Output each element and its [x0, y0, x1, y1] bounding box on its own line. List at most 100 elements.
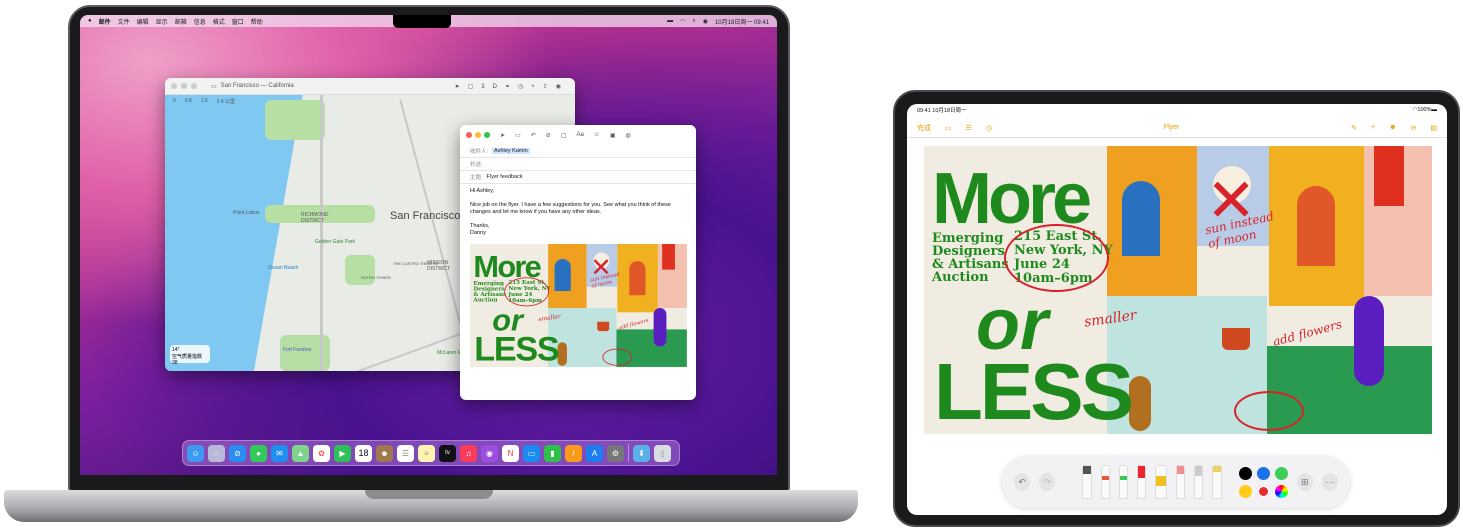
downloads-folder-icon[interactable]: ⬇	[633, 444, 650, 462]
recipient-token[interactable]: Ashley Kamin	[492, 148, 530, 154]
message-body[interactable]: Hi Ashley, Nice job on the flyer. I have…	[460, 184, 696, 241]
color-yellow[interactable]	[1238, 484, 1252, 498]
minimize-button[interactable]	[181, 83, 187, 89]
crayon-tool[interactable]	[1136, 465, 1147, 499]
mail-icon[interactable]: ✉	[271, 444, 288, 462]
marker-tool[interactable]	[1100, 465, 1110, 499]
menu-item[interactable]: 编辑	[137, 17, 149, 26]
battery-icon[interactable]: ▬	[667, 18, 673, 24]
document-title[interactable]: Flyer	[1164, 124, 1180, 131]
menu-item[interactable]: 文件	[118, 17, 130, 26]
lasso-tool[interactable]	[1194, 465, 1204, 499]
color-black[interactable]	[1238, 466, 1252, 480]
more-icon[interactable]: ⊖	[1410, 124, 1416, 132]
markup-icon[interactable]: ▢	[561, 132, 567, 139]
sidebar-icon[interactable]: ▭	[945, 124, 952, 132]
fineliner-tool[interactable]	[1118, 465, 1128, 499]
news-icon[interactable]: N	[502, 444, 519, 462]
maps-toolbar-icons[interactable]: ➤▢3D⚭◷+⇪◉	[455, 83, 569, 90]
color-green[interactable]	[1274, 466, 1288, 480]
map-label: RICHMOND DISTRICT	[301, 212, 329, 224]
sidebar-icon[interactable]: ▭	[211, 83, 217, 90]
music-icon[interactable]: ♫	[460, 444, 477, 462]
undo-button[interactable]: ↶	[1014, 473, 1031, 491]
color-blue[interactable]	[1256, 466, 1270, 480]
menu-item[interactable]: 格式	[213, 17, 225, 26]
messages-icon[interactable]: ●	[250, 444, 267, 462]
wifi-icon[interactable]: ◠	[680, 18, 685, 25]
privacy-icon[interactable]: ◍	[626, 132, 631, 139]
header-fields-icon[interactable]: ▭	[515, 132, 521, 139]
menubar-clock[interactable]: 10月18日周一 09:41	[715, 17, 769, 26]
app-store-icon[interactable]: A	[586, 444, 603, 462]
list-icon[interactable]: ☰	[966, 124, 972, 132]
menu-item[interactable]: 帮助	[251, 17, 263, 26]
apple-icon[interactable]: ●	[88, 18, 92, 24]
close-button[interactable]	[466, 132, 472, 138]
format-brush-icon[interactable]: ✎	[1351, 124, 1357, 132]
flyer[interactable]: More Emerging Designers & Artisans Aucti…	[924, 146, 1432, 434]
scale-label: 2.4 公里	[216, 99, 236, 105]
collaborate-icon[interactable]: ☻	[1389, 124, 1396, 131]
minimize-button[interactable]	[475, 132, 481, 138]
attachment-icon[interactable]: ⊘	[546, 132, 551, 139]
eraser-tool[interactable]	[1176, 465, 1186, 499]
pen-tool[interactable]	[1082, 465, 1092, 499]
mail-compose-window: ➤ ▭ ↶ ⊘ ▢ Aa ☺ ▣ ◍ 收件人: Ashley Kamin 抄送: …	[460, 125, 696, 400]
keynote-icon[interactable]: ▭	[523, 444, 540, 462]
close-button[interactable]	[171, 83, 177, 89]
calendar-icon[interactable]: 18	[355, 444, 372, 462]
color-picker[interactable]	[1274, 484, 1288, 498]
ruler-highlighter-tool[interactable]	[1212, 465, 1222, 499]
tv-icon[interactable]: tv	[439, 444, 456, 462]
signature: Danny	[470, 230, 486, 236]
circle-annotation	[1004, 224, 1109, 292]
photo-browser-icon[interactable]: ▣	[610, 132, 616, 139]
system-preferences-icon[interactable]: ⚙	[607, 444, 624, 462]
send-icon[interactable]: ➤	[500, 132, 505, 139]
menu-item[interactable]: 邮箱	[175, 17, 187, 26]
podcasts-icon[interactable]: ◉	[481, 444, 498, 462]
subject-field[interactable]: 主题: Flyer feedback	[460, 171, 696, 184]
facetime-icon[interactable]: ▶	[334, 444, 351, 462]
map-city-label: San Francisco	[390, 210, 461, 222]
menu-item[interactable]: 信息	[194, 17, 206, 26]
ipad-screen: 09:41 10月18日周一 ◠ 100% ▬ 完成 ▭ ☰ ◷ Flyer ✎…	[907, 104, 1447, 515]
launchpad-icon[interactable]: ⁙	[208, 444, 225, 462]
zoom-button[interactable]	[484, 132, 490, 138]
zoom-button[interactable]	[191, 83, 197, 89]
watercolor-tool[interactable]	[1155, 465, 1168, 499]
reply-icon[interactable]: ↶	[531, 132, 536, 139]
weather-widget[interactable]: 14° 空气质量指数 38	[170, 345, 210, 366]
done-button[interactable]: 完成	[917, 123, 931, 133]
cc-field[interactable]: 抄送:	[460, 158, 696, 171]
reminders-icon[interactable]: ☰	[397, 444, 414, 462]
menu-item[interactable]: 邮件	[99, 17, 111, 26]
safari-icon[interactable]: ⊘	[229, 444, 246, 462]
to-field[interactable]: 收件人: Ashley Kamin	[460, 145, 696, 158]
vase-illustration	[1354, 296, 1384, 386]
finder-icon[interactable]: ☺	[187, 444, 204, 462]
format-icon[interactable]: Aa	[576, 132, 583, 138]
more-options-button[interactable]: ⋯	[1321, 473, 1338, 491]
add-text-box-button[interactable]: ⊞	[1296, 473, 1313, 491]
pages-icon[interactable]: /	[565, 444, 582, 462]
emoji-icon[interactable]: ☺	[594, 132, 600, 138]
add-icon[interactable]: +	[1371, 124, 1375, 131]
document-options-icon[interactable]: ▤	[1430, 124, 1437, 132]
maps-icon[interactable]: ▲	[292, 444, 309, 462]
notes-icon[interactable]: ≡	[418, 444, 435, 462]
flyer-attachment[interactable]: More Emerging Designers & Artisans Aucti…	[470, 244, 687, 368]
redo-button[interactable]: ↷	[1039, 473, 1056, 491]
control-center-icon[interactable]: ◉	[703, 18, 708, 25]
contacts-icon[interactable]: ☻	[376, 444, 393, 462]
pages-toolbar: 完成 ▭ ☰ ◷ Flyer ✎ + ☻ ⊖ ▤	[907, 118, 1447, 138]
menu-item[interactable]: 窗口	[232, 17, 244, 26]
search-icon[interactable]: ⌕	[692, 18, 695, 25]
numbers-icon[interactable]: ▮	[544, 444, 561, 462]
color-red-selected[interactable]	[1256, 484, 1270, 498]
trash-icon[interactable]: ▯	[654, 444, 671, 462]
photos-icon[interactable]: ✿	[313, 444, 330, 462]
undo-history-icon[interactable]: ◷	[986, 124, 992, 132]
menu-item[interactable]: 显示	[156, 17, 168, 26]
